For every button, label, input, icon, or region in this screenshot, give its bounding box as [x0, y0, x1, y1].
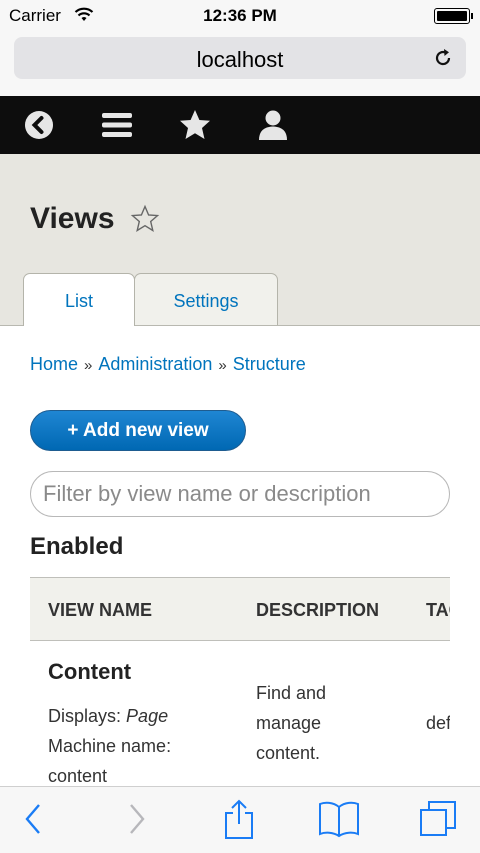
browser-bottom-toolbar: [0, 786, 480, 853]
views-table: VIEW NAME DESCRIPTION TAG Content Displa…: [30, 577, 450, 787]
column-header-tag: TAG: [426, 600, 450, 620]
share-icon[interactable]: [222, 799, 256, 841]
machine-name-label: Machine name:: [48, 736, 172, 756]
reload-icon[interactable]: [432, 47, 454, 69]
view-machine-name: Machine name: content: [48, 731, 171, 787]
breadcrumb: Home » Administration » Structure: [30, 354, 306, 375]
tab-list[interactable]: List: [23, 273, 135, 326]
battery-icon: [434, 8, 473, 24]
displays-value: Page: [126, 706, 169, 726]
browser-address-area: localhost: [0, 32, 480, 96]
tab-settings[interactable]: Settings: [134, 273, 278, 325]
page-title: Views: [30, 202, 115, 235]
enabled-heading: Enabled: [30, 533, 124, 560]
admin-toolbar: [0, 96, 480, 154]
bookmarks-icon[interactable]: [318, 799, 360, 839]
filter-input[interactable]: [30, 471, 450, 517]
page-header: Views List Settings: [0, 154, 480, 326]
status-bar: Carrier 12:36 PM: [0, 0, 480, 32]
shortcuts-star-icon[interactable]: [177, 107, 213, 143]
breadcrumb-separator: »: [218, 357, 227, 374]
breadcrumb-administration[interactable]: Administration: [98, 354, 212, 374]
back-icon[interactable]: [21, 107, 57, 143]
user-icon[interactable]: [255, 107, 291, 143]
column-header-description: DESCRIPTION: [256, 600, 380, 620]
menu-icon[interactable]: [99, 107, 135, 143]
view-tag: default: [426, 713, 450, 733]
browser-back-icon[interactable]: [20, 799, 46, 839]
breadcrumb-separator: »: [84, 357, 93, 374]
view-description: Find and manage content.: [256, 683, 327, 763]
clock: 12:36 PM: [203, 6, 277, 25]
url-text: localhost: [196, 47, 284, 72]
address-bar[interactable]: localhost: [14, 37, 466, 79]
machine-name-value: content: [48, 766, 108, 786]
breadcrumb-home[interactable]: Home: [30, 354, 78, 374]
breadcrumb-structure[interactable]: Structure: [233, 354, 306, 374]
column-header-view-name: VIEW NAME: [48, 600, 153, 620]
favorite-star-icon[interactable]: [130, 204, 160, 234]
displays-label: Displays:: [48, 706, 122, 726]
browser-forward-icon[interactable]: [124, 799, 150, 839]
add-new-view-button[interactable]: + Add new view: [30, 410, 246, 451]
view-displays: Displays: Page: [48, 701, 168, 731]
tabs-icon[interactable]: [418, 799, 458, 839]
view-name: Content: [48, 659, 132, 684]
table-header: VIEW NAME DESCRIPTION TAG: [30, 577, 450, 641]
